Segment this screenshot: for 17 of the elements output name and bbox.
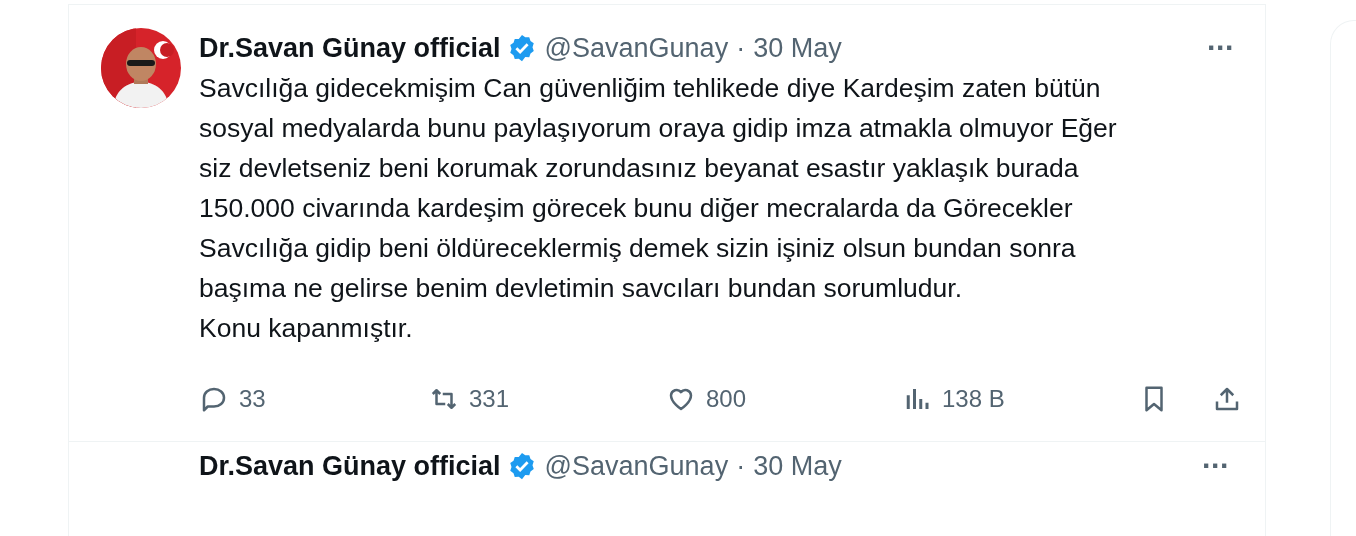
action-button[interactable]: 138 B bbox=[902, 381, 1005, 417]
separator-dot: · bbox=[736, 32, 746, 64]
author-handle[interactable]: @SavanGunay bbox=[544, 32, 729, 64]
post-text: Savcılığa gidip beni öldüreceklermiş demek sizin işiniz olsun bundan sonra başıma ne gelirse benim devletimin savcıları bundan sorumludur. bbox=[199, 232, 1077, 305]
post-text: Konu kapanmıştır. bbox=[199, 312, 414, 345]
post-date[interactable]: 30 May bbox=[753, 32, 842, 64]
action-button[interactable]: 331 bbox=[429, 381, 510, 417]
separator-dot: · bbox=[736, 450, 746, 482]
post-date[interactable]: 30 May bbox=[753, 450, 842, 482]
author-handle[interactable]: @SavanGunay bbox=[544, 450, 729, 482]
action-button[interactable]: 800 bbox=[666, 381, 747, 417]
action-button[interactable]: 33 bbox=[199, 381, 266, 417]
author-name[interactable]: Dr.Savan Günay official bbox=[199, 32, 501, 64]
post-text: Savcılığa gidecekmişim Can güvenliğim tehlikede diye Kardeşim zaten bütün sosyal medyalarda bunu paylaşıyorum oraya gidip imza atmakla olmuyor Eğer siz devletseniz beni korumak zorundasınız beyanat esastır yaklaşık burada 150.000 civarında kardeşim görecek bunu diğer mecralarda da Görecekler bbox=[199, 72, 1118, 225]
author-name[interactable]: Dr.Savan Günay official bbox=[199, 450, 501, 482]
more-button[interactable]: ··· bbox=[1207, 33, 1234, 63]
more-button[interactable]: ··· bbox=[1202, 451, 1229, 481]
